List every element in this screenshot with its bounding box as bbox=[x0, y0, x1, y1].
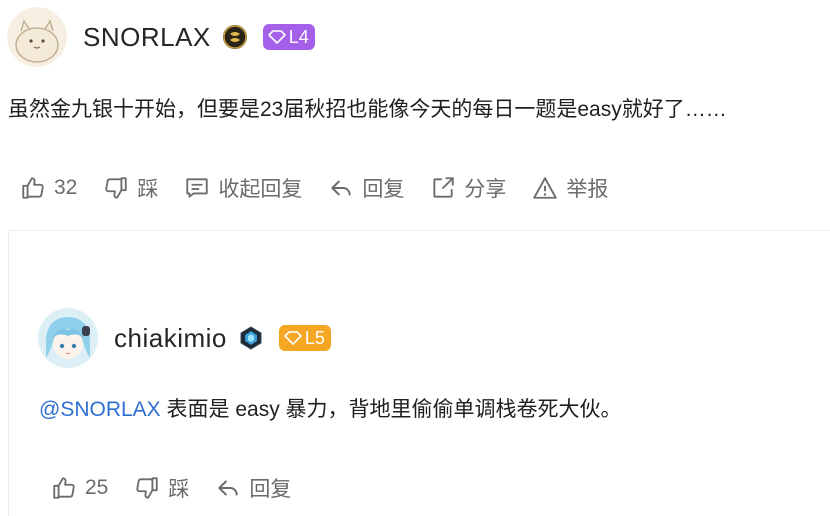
comment-actions: 32 踩 收起回复 回复 分享 举报 bbox=[20, 173, 634, 203]
share-button[interactable]: 分享 bbox=[430, 173, 506, 203]
level-label: L5 bbox=[304, 327, 325, 348]
reply-button[interactable]: 回复 bbox=[215, 473, 291, 503]
gem-icon bbox=[284, 331, 302, 345]
gem-icon bbox=[267, 30, 286, 44]
medal-icon bbox=[239, 326, 263, 350]
reply-body: 表面是 easy 暴力，背地里偷偷单调栈卷死大伙。 bbox=[166, 398, 622, 421]
reply-actions: 25 踩 回复 bbox=[51, 473, 317, 503]
reply-button[interactable]: 回复 bbox=[328, 173, 404, 203]
like-button[interactable]: 25 bbox=[51, 475, 108, 501]
avatar[interactable] bbox=[7, 7, 67, 67]
comment-icon bbox=[186, 178, 209, 198]
reply-author-row: chiakimio L5 bbox=[38, 308, 331, 368]
username[interactable]: SNORLAX bbox=[83, 22, 211, 53]
thumbs-down-icon bbox=[136, 477, 159, 499]
thumbs-down-icon bbox=[105, 177, 128, 199]
reply-label: 回复 bbox=[362, 178, 405, 201]
report-button[interactable]: 举报 bbox=[532, 173, 608, 203]
like-count: 25 bbox=[85, 476, 109, 499]
reply-username[interactable]: chiakimio bbox=[114, 323, 227, 354]
dislike-label: 踩 bbox=[137, 178, 159, 201]
share-label: 分享 bbox=[464, 178, 507, 201]
reply-arrow-icon bbox=[331, 180, 352, 196]
dislike-button[interactable]: 踩 bbox=[103, 173, 158, 203]
level-badge: L4 bbox=[262, 24, 315, 50]
reply-text: @SNORLAX 表面是 easy 暴力，背地里偷偷单调栈卷死大伙。 bbox=[39, 395, 622, 425]
share-icon bbox=[433, 177, 455, 198]
reply-avatar[interactable] bbox=[38, 308, 98, 368]
collapse-replies-button[interactable]: 收起回复 bbox=[184, 173, 302, 203]
level-badge: L5 bbox=[278, 325, 331, 351]
medal-icon bbox=[222, 25, 247, 49]
thumbs-up-icon bbox=[22, 177, 44, 199]
report-label: 举报 bbox=[566, 178, 609, 201]
dislike-label: 踩 bbox=[168, 478, 190, 501]
mention-link[interactable]: @SNORLAX bbox=[39, 398, 161, 421]
collapse-label: 收起回复 bbox=[218, 178, 303, 201]
comment-author-row: SNORLAX L4 bbox=[7, 7, 315, 67]
thumbs-up-icon bbox=[53, 477, 75, 499]
reply-arrow-icon bbox=[218, 480, 239, 496]
warning-icon bbox=[533, 177, 558, 199]
dislike-button[interactable]: 踩 bbox=[134, 473, 189, 503]
like-button[interactable]: 32 bbox=[20, 175, 77, 201]
level-label: L4 bbox=[288, 26, 309, 47]
comment-text: 虽然金九银十开始，但要是23届秋招也能像今天的每日一题是easy就好了…… bbox=[8, 98, 727, 121]
reply-label: 回复 bbox=[249, 478, 292, 501]
like-count: 32 bbox=[54, 176, 78, 199]
